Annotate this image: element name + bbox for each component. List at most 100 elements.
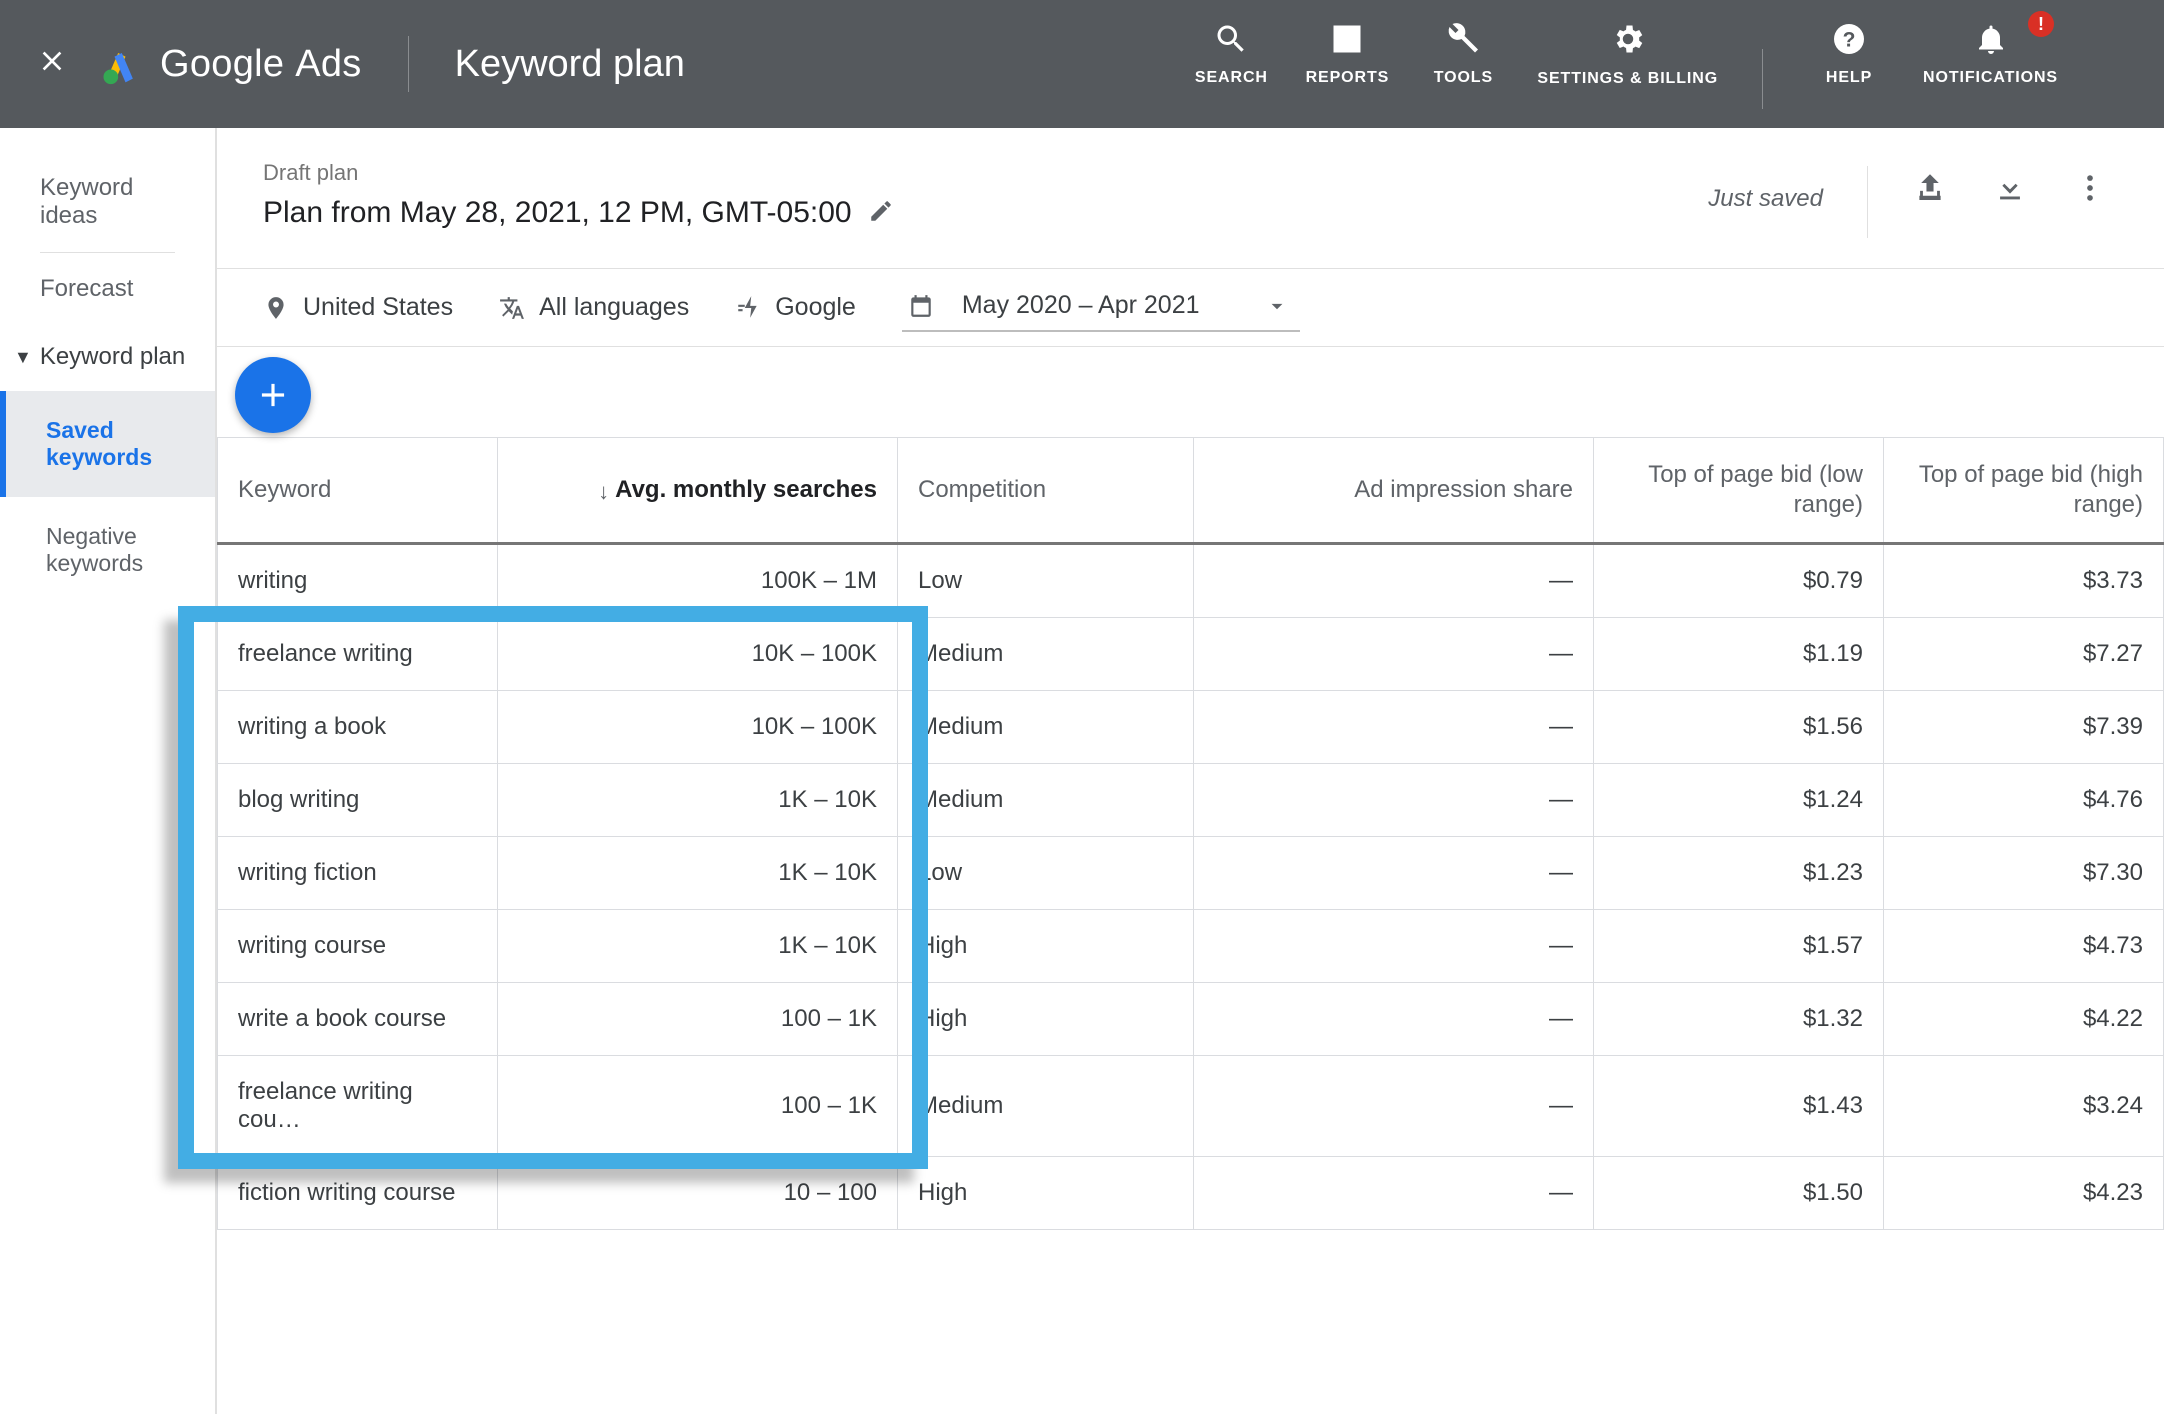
download-button[interactable] xyxy=(1982,160,2038,216)
cell-keyword: writing fiction xyxy=(218,837,498,910)
table-row[interactable]: freelance writing10K – 100KMedium—$1.19$… xyxy=(218,618,2164,691)
calendar-icon xyxy=(908,293,934,319)
col-bid-low[interactable]: Top of page bid (low range) xyxy=(1594,438,1884,544)
cell-keyword: freelance writing xyxy=(218,618,498,691)
table-row[interactable]: fiction writing course10 – 100High—$1.50… xyxy=(218,1157,2164,1230)
cell-impression: — xyxy=(1194,983,1594,1056)
cell-bid-high: $4.76 xyxy=(1884,764,2164,837)
edit-plan-name-button[interactable] xyxy=(868,198,894,229)
sidebar-item-negative-keywords[interactable]: Negative keywords xyxy=(0,497,215,603)
cell-keyword: write a book course xyxy=(218,983,498,1056)
table-row[interactable]: write a book course100 – 1KHigh—$1.32$4.… xyxy=(218,983,2164,1056)
cell-impression: — xyxy=(1194,837,1594,910)
bell-icon xyxy=(1971,19,2011,59)
cell-impression: — xyxy=(1194,1056,1594,1157)
filter-network[interactable]: Google xyxy=(735,293,856,322)
cell-avg: 100K – 1M xyxy=(498,544,898,618)
brand-text: Google Ads xyxy=(160,43,362,86)
table-row[interactable]: writing a book10K – 100KMedium—$1.56$7.3… xyxy=(218,691,2164,764)
cell-keyword: writing course xyxy=(218,910,498,983)
search-icon xyxy=(1211,19,1251,59)
help-button[interactable]: ? HELP xyxy=(1807,19,1891,87)
more-menu-button[interactable] xyxy=(2062,160,2118,216)
notification-badge: ! xyxy=(2028,11,2054,37)
chevron-down-icon xyxy=(1264,293,1290,319)
cell-bid-low: $1.56 xyxy=(1594,691,1884,764)
cell-avg: 100 – 1K xyxy=(498,1056,898,1157)
cell-avg: 10K – 100K xyxy=(498,618,898,691)
main: Draft plan Plan from May 28, 2021, 12 PM… xyxy=(217,128,2164,1414)
sidebar-item-keyword-ideas[interactable]: Keyword ideas xyxy=(0,154,215,250)
filter-date-range[interactable]: May 2020 – Apr 2021 xyxy=(902,283,1300,332)
plan-header: Draft plan Plan from May 28, 2021, 12 PM… xyxy=(217,128,2164,269)
gear-icon xyxy=(1608,19,1648,59)
more-vertical-icon xyxy=(2073,171,2107,205)
close-button[interactable] xyxy=(32,42,72,87)
share-button[interactable] xyxy=(1902,160,1958,216)
caret-down-icon: ▼ xyxy=(14,347,32,368)
cell-bid-low: $1.19 xyxy=(1594,618,1884,691)
col-keyword[interactable]: Keyword xyxy=(218,438,498,544)
cell-competition: Medium xyxy=(898,691,1194,764)
plus-icon xyxy=(254,376,292,414)
cell-competition: Low xyxy=(898,544,1194,618)
ads-logo-icon xyxy=(98,42,142,86)
col-avg-searches[interactable]: ↓Avg. monthly searches xyxy=(498,438,898,544)
cell-competition: Medium xyxy=(898,1056,1194,1157)
cell-bid-high: $4.23 xyxy=(1884,1157,2164,1230)
sidebar-item-forecast[interactable]: Forecast xyxy=(0,255,215,323)
table-row[interactable]: writing course1K – 10KHigh—$1.57$4.73 xyxy=(218,910,2164,983)
divider xyxy=(40,252,175,253)
divider xyxy=(408,36,409,92)
google-ads-logo: Google Ads xyxy=(98,42,362,86)
add-keyword-button[interactable] xyxy=(235,357,311,433)
cell-bid-high: $4.73 xyxy=(1884,910,2164,983)
cell-avg: 10 – 100 xyxy=(498,1157,898,1230)
tools-button[interactable]: TOOLS xyxy=(1421,19,1505,87)
language-icon xyxy=(499,295,525,321)
notifications-button[interactable]: ! NOTIFICATIONS xyxy=(1923,19,2058,87)
cell-competition: Medium xyxy=(898,764,1194,837)
cell-bid-high: $4.22 xyxy=(1884,983,2164,1056)
cell-bid-low: $1.32 xyxy=(1594,983,1884,1056)
cell-competition: High xyxy=(898,1157,1194,1230)
help-icon: ? xyxy=(1829,19,1869,59)
cell-impression: — xyxy=(1194,1157,1594,1230)
cell-impression: — xyxy=(1194,764,1594,837)
sidebar-item-keyword-plan[interactable]: ▼ Keyword plan xyxy=(0,323,215,391)
sidebar-item-saved-keywords[interactable]: Saved keywords xyxy=(0,391,215,497)
cell-bid-low: $1.23 xyxy=(1594,837,1884,910)
divider xyxy=(1867,166,1868,238)
avatar[interactable] xyxy=(2096,19,2136,49)
cell-bid-high: $3.24 xyxy=(1884,1056,2164,1157)
col-competition[interactable]: Competition xyxy=(898,438,1194,544)
reports-button[interactable]: REPORTS xyxy=(1305,19,1389,87)
table-row[interactable]: blog writing1K – 10KMedium—$1.24$4.76 xyxy=(218,764,2164,837)
filter-language[interactable]: All languages xyxy=(499,293,689,322)
cell-keyword: writing a book xyxy=(218,691,498,764)
table-row[interactable]: writing fiction1K – 10KLow—$1.23$7.30 xyxy=(218,837,2164,910)
cell-competition: High xyxy=(898,910,1194,983)
cell-keyword: writing xyxy=(218,544,498,618)
cell-avg: 1K – 10K xyxy=(498,764,898,837)
search-button[interactable]: SEARCH xyxy=(1189,19,1273,87)
cell-impression: — xyxy=(1194,910,1594,983)
filter-location[interactable]: United States xyxy=(263,293,453,322)
cell-bid-high: $7.30 xyxy=(1884,837,2164,910)
col-bid-high[interactable]: Top of page bid (high range) xyxy=(1884,438,2164,544)
table-row[interactable]: freelance writing cou…100 – 1KMedium—$1.… xyxy=(218,1056,2164,1157)
table-row[interactable]: writing100K – 1MLow—$0.79$3.73 xyxy=(218,544,2164,618)
table-area: Keyword ↓Avg. monthly searches Competiti… xyxy=(217,347,2164,1414)
cell-bid-low: $1.43 xyxy=(1594,1056,1884,1157)
divider xyxy=(1762,49,1763,109)
cell-competition: Low xyxy=(898,837,1194,910)
col-impression[interactable]: Ad impression share xyxy=(1194,438,1594,544)
cell-bid-low: $1.50 xyxy=(1594,1157,1884,1230)
settings-billing-button[interactable]: SETTINGS & BILLING xyxy=(1537,19,1718,89)
cell-keyword: blog writing xyxy=(218,764,498,837)
cell-bid-high: $3.73 xyxy=(1884,544,2164,618)
cell-keyword: fiction writing course xyxy=(218,1157,498,1230)
page-title: Keyword plan xyxy=(455,43,685,86)
plan-status: Just saved xyxy=(1708,185,1823,213)
network-icon xyxy=(735,295,761,321)
